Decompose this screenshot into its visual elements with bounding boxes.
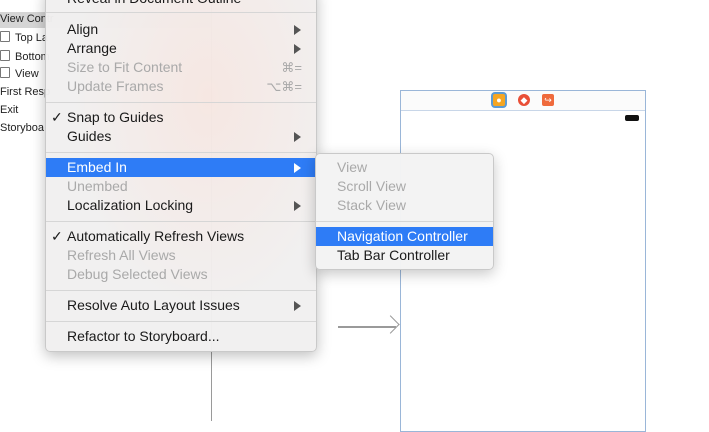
menu-separator xyxy=(316,221,493,222)
submenu-arrow-icon xyxy=(294,25,301,35)
outline-item-bottom-layout-guide[interactable]: Bottom xyxy=(0,50,50,63)
submenu-arrow-icon xyxy=(294,301,301,311)
menu-item-refactor-to-storyboard[interactable]: Refactor to Storyboard... xyxy=(46,327,316,346)
menu-item-label: Localization Locking xyxy=(67,197,194,213)
menu-item-resolve-auto-layout[interactable]: Resolve Auto Layout Issues xyxy=(46,296,316,315)
outline-item-label: View xyxy=(15,68,39,80)
submenu-item-label: Stack View xyxy=(337,197,406,213)
menu-item-reveal-in-outline[interactable]: Reveal in Document Outline xyxy=(46,0,316,8)
context-menu: Reveal in Document Outline Align Arrange… xyxy=(45,0,317,352)
menu-item-align[interactable]: Align xyxy=(46,20,316,39)
menu-separator xyxy=(46,290,316,291)
menu-item-auto-refresh-views[interactable]: ✓ Automatically Refresh Views xyxy=(46,227,316,246)
menu-separator xyxy=(46,12,316,13)
menu-item-arrange[interactable]: Arrange xyxy=(46,39,316,58)
menu-item-label: Update Frames xyxy=(67,78,164,94)
outline-item-storyboard-entry[interactable]: Storyboa xyxy=(0,122,44,134)
scene-dock: ● ◆ ↪ xyxy=(401,91,645,111)
outline-item-label: Exit xyxy=(0,104,19,116)
submenu-arrow-icon xyxy=(294,132,301,142)
menu-separator xyxy=(46,152,316,153)
menu-item-update-frames[interactable]: Update Frames ⌥⌘= xyxy=(46,77,316,96)
menu-separator xyxy=(46,102,316,103)
outline-item-view[interactable]: View xyxy=(0,67,39,80)
menu-item-refresh-all-views[interactable]: Refresh All Views xyxy=(46,246,316,265)
menu-item-label: Refresh All Views xyxy=(67,247,176,263)
menu-item-label: Snap to Guides xyxy=(67,109,164,125)
submenu-item-label: Scroll View xyxy=(337,178,406,194)
checkmark-icon: ✓ xyxy=(51,228,63,244)
menu-item-embed-in[interactable]: Embed In xyxy=(46,158,316,177)
submenu-item-navigation-controller[interactable]: Navigation Controller xyxy=(316,227,493,246)
view-controller-icon[interactable]: ● xyxy=(493,94,505,106)
menu-item-label: Automatically Refresh Views xyxy=(67,228,245,244)
menu-item-label: Unembed xyxy=(67,178,128,194)
layout-guide-icon xyxy=(0,50,10,61)
outline-item-label: Top La xyxy=(15,32,49,44)
menu-item-snap-to-guides[interactable]: ✓ Snap to Guides xyxy=(46,108,316,127)
checkmark-icon: ✓ xyxy=(51,109,63,125)
outline-item-exit[interactable]: Exit xyxy=(0,104,18,116)
menu-item-size-to-fit[interactable]: Size to Fit Content ⌘= xyxy=(46,58,316,77)
submenu-item-label: Tab Bar Controller xyxy=(337,247,450,263)
submenu-arrow-icon xyxy=(294,163,301,173)
menu-separator xyxy=(46,321,316,322)
menu-item-label: Refactor to Storyboard... xyxy=(67,328,220,344)
menu-separator xyxy=(46,221,316,222)
submenu-item-scroll-view[interactable]: Scroll View xyxy=(316,177,493,196)
entry-point-arrowhead xyxy=(381,315,400,334)
submenu-item-view[interactable]: View xyxy=(316,158,493,177)
menu-item-label: Debug Selected Views xyxy=(67,266,208,282)
menu-item-label: Arrange xyxy=(67,40,117,56)
layout-guide-icon xyxy=(0,31,10,42)
menu-item-label: Resolve Auto Layout Issues xyxy=(67,297,240,313)
battery-icon xyxy=(625,115,639,121)
outline-item-top-layout-guide[interactable]: Top La xyxy=(0,31,48,44)
submenu-arrow-icon xyxy=(294,44,301,54)
embed-in-submenu: View Scroll View Stack View Navigation C… xyxy=(315,153,494,270)
outline-item-first-responder[interactable]: First Resp xyxy=(0,86,50,98)
menu-item-debug-selected-views[interactable]: Debug Selected Views xyxy=(46,265,316,284)
menu-item-label: Size to Fit Content xyxy=(67,59,183,75)
shortcut-label: ⌘= xyxy=(281,60,302,75)
exit-icon[interactable]: ↪ xyxy=(542,94,554,106)
outline-item-label: First Resp xyxy=(0,86,51,98)
menu-item-label: Reveal in Document Outline xyxy=(67,0,241,8)
menu-item-localization-locking[interactable]: Localization Locking xyxy=(46,196,316,215)
menu-item-guides[interactable]: Guides xyxy=(46,127,316,146)
submenu-item-stack-view[interactable]: Stack View xyxy=(316,196,493,215)
first-responder-icon[interactable]: ◆ xyxy=(518,94,530,106)
menu-item-label: Align xyxy=(67,21,99,37)
submenu-item-tab-bar-controller[interactable]: Tab Bar Controller xyxy=(316,246,493,265)
menu-item-label: Embed In xyxy=(67,159,127,175)
view-icon xyxy=(0,67,10,78)
menu-item-unembed[interactable]: Unembed xyxy=(46,177,316,196)
submenu-item-label: View xyxy=(337,159,368,175)
submenu-item-label: Navigation Controller xyxy=(337,228,468,244)
shortcut-label: ⌥⌘= xyxy=(266,79,302,94)
submenu-arrow-icon xyxy=(294,201,301,211)
menu-item-label: Guides xyxy=(67,128,112,144)
outline-item-label: Storyboa xyxy=(0,122,45,134)
